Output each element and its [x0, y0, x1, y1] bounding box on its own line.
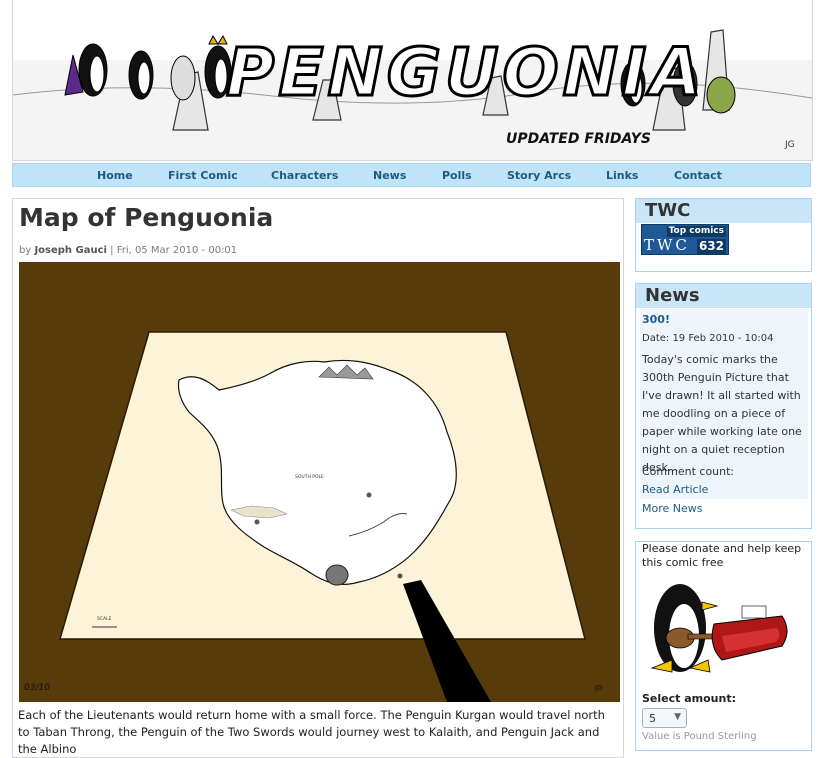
donate-text: Please donate and help keep this comic f… [642, 542, 802, 569]
nav-home[interactable]: Home [97, 169, 133, 182]
news-comment-count: Comment count: [642, 465, 735, 478]
twc-heading: TWC [636, 199, 811, 223]
nav-news[interactable]: News [373, 169, 406, 182]
chevron-down-icon: ▼ [674, 712, 681, 722]
currency-note: Value is Pound Sterling [642, 731, 757, 742]
top-web-comics-badge[interactable]: Top comics TWC 632 [641, 224, 729, 255]
nav-characters[interactable]: Characters [271, 169, 338, 182]
byline-prefix: by [19, 245, 32, 256]
article-byline: by Joseph Gauci | Fri, 05 Mar 2010 - 00:… [19, 245, 237, 256]
penguin-guitar-image [650, 584, 788, 673]
news-item-title[interactable]: 300! [642, 313, 670, 326]
amount-select[interactable]: 5 ▼ [642, 708, 687, 728]
scale-label: SCALE [97, 616, 112, 622]
news-item-date: Date: 19 Feb 2010 - 10:04 [642, 333, 774, 344]
comic-signature: JG [594, 684, 603, 692]
article-date: | Fri, 05 Mar 2010 - 00:01 [110, 245, 238, 256]
twc-badge-text: TWC [644, 236, 690, 254]
comic-date-mark: 03/10 [24, 683, 50, 693]
news-item: 300! Date: 19 Feb 2010 - 10:04 Today's c… [640, 309, 808, 499]
twc-badge-rank: 632 [696, 239, 726, 254]
donate-panel: Please donate and help keep this comic f… [635, 541, 812, 751]
tagline-text: UPDATED FRIDAYS [506, 131, 651, 147]
south-pole-label: SOUTH POLE [295, 474, 324, 480]
article-title: Map of Penguonia [19, 203, 274, 232]
article-panel: Map of Penguonia by Joseph Gauci | Fri, … [12, 198, 624, 758]
nav-contact[interactable]: Contact [674, 169, 722, 182]
site-banner[interactable]: PENGUONIA UPDATED FRIDAYS JG [12, 0, 813, 161]
news-panel: News 300! Date: 19 Feb 2010 - 10:04 Toda… [635, 283, 812, 529]
main-nav: Home First Comic Characters News Polls S… [12, 163, 811, 187]
author-link[interactable]: Joseph Gauci [34, 245, 107, 256]
nav-links[interactable]: Links [606, 169, 638, 182]
more-news-link[interactable]: More News [642, 502, 703, 515]
nav-story-arcs[interactable]: Story Arcs [507, 169, 571, 182]
nav-first-comic[interactable]: First Comic [168, 169, 238, 182]
nav-polls[interactable]: Polls [442, 169, 472, 182]
news-heading: News [636, 284, 811, 308]
twc-panel: TWC Top comics TWC 632 [635, 198, 812, 272]
amount-select-value: 5 [649, 712, 656, 725]
map-illustration: SOUTH POLE SCALE 03/10 JG [19, 262, 620, 702]
banner-illustration: PENGUONIA UPDATED FRIDAYS JG [13, 29, 812, 160]
comic-image[interactable]: SOUTH POLE SCALE 03/10 JG [19, 262, 620, 702]
article-body: Each of the Lieutenants would return hom… [18, 708, 605, 756]
logo-text: PENGUONIA [226, 34, 705, 111]
news-item-excerpt: Today's comic marks the 300th Penguin Pi… [642, 353, 802, 474]
read-article-link[interactable]: Read Article [642, 483, 708, 496]
select-amount-label: Select amount: [642, 692, 736, 705]
banner-signature: JG [784, 140, 795, 150]
